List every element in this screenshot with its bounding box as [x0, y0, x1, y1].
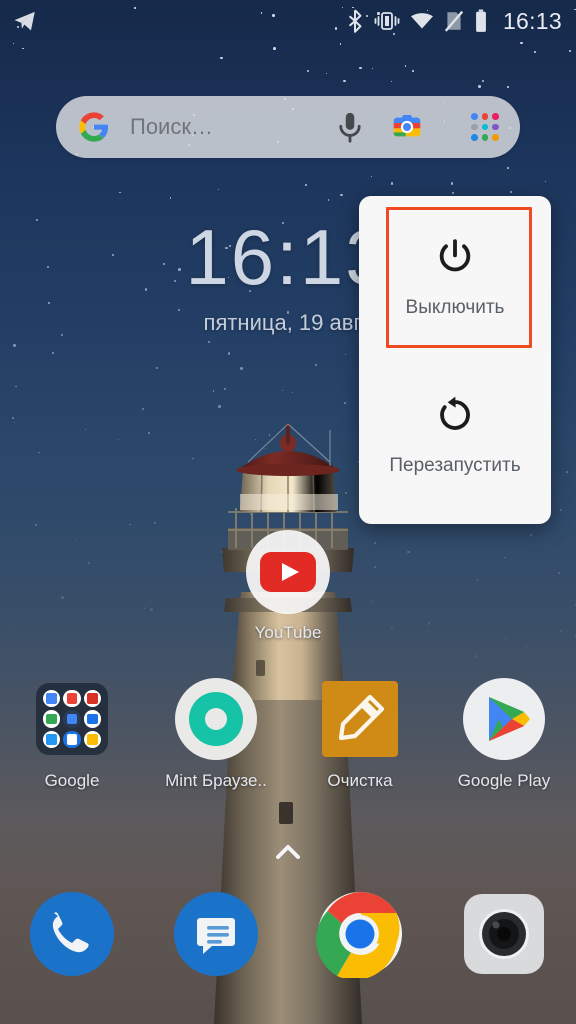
- app-label-google-play: Google Play: [457, 771, 551, 790]
- app-icon-wrap: [29, 676, 115, 762]
- google-lens-camera-icon[interactable]: [391, 111, 423, 143]
- app-grid-dot-9: [492, 134, 499, 141]
- folder-app-google: [43, 690, 61, 708]
- no-sim-icon: [444, 10, 464, 32]
- app-icon-wrap: [461, 676, 547, 762]
- dock: [0, 890, 576, 978]
- search-bar-divider: [445, 110, 446, 144]
- app-icon-google-folder[interactable]: Google: [0, 676, 144, 791]
- google-g-icon: [79, 112, 109, 142]
- dock-item-phone[interactable]: [0, 890, 144, 978]
- app-grid-dot-8: [481, 134, 489, 141]
- app-label-mint-browser: Mint Браузе..: [165, 771, 267, 790]
- dock-item-camera[interactable]: [432, 890, 576, 978]
- folder-app-news: [83, 710, 101, 728]
- google-play-icon[interactable]: [462, 677, 546, 761]
- vibrate-icon: [374, 12, 400, 30]
- folder-app-maps: [43, 710, 61, 728]
- chevron-up-icon[interactable]: [264, 836, 312, 870]
- app-icon-youtube[interactable]: YouTube: [246, 530, 330, 643]
- app-icon-wrap: [173, 676, 259, 762]
- app-grid-dots-icon[interactable]: [468, 110, 502, 144]
- app-label-youtube: YouTube: [254, 623, 322, 642]
- status-bar-clock: 16:13: [502, 7, 562, 34]
- google-search-bar[interactable]: Поиск…: [56, 96, 520, 158]
- status-bar-notifications: [12, 8, 38, 34]
- app-grid-dot-4: [471, 123, 478, 131]
- app-icon-wrap: [317, 676, 403, 762]
- wifi-icon: [410, 13, 433, 29]
- app-grid-dot-2: [481, 113, 489, 120]
- cleaner-brush-icon[interactable]: [321, 680, 399, 758]
- folder-app-clock: [43, 730, 61, 748]
- chrome-icon[interactable]: [316, 890, 404, 978]
- youtube-glyph-icon: [260, 552, 316, 592]
- app-label-cleaner: Очистка: [327, 771, 393, 790]
- power-icon: [439, 238, 471, 271]
- dock-item-chrome[interactable]: [288, 890, 432, 978]
- telegram-icon: [14, 11, 35, 31]
- restart-label: Перезапустить: [389, 455, 521, 476]
- folder-app-contacts: [63, 730, 81, 748]
- app-icon-cleaner[interactable]: Очистка: [288, 676, 432, 791]
- app-grid-dot-3: [492, 113, 499, 120]
- status-bar-system-icons: 16:13: [346, 8, 562, 35]
- app-drawer-handle[interactable]: [264, 836, 312, 870]
- restart-icon: [440, 396, 470, 430]
- app-row: Google Mint Браузе.. Очистка Google Play: [0, 676, 576, 791]
- app-grid-dot-1: [471, 113, 478, 120]
- microphone-icon[interactable]: [333, 110, 367, 144]
- folder-app-youtube: [63, 690, 81, 708]
- app-label-google: Google: [44, 771, 100, 790]
- home-screen-app-grid: Google Mint Браузе.. Очистка Google Play: [0, 676, 576, 791]
- folder-app-gmail: [83, 690, 101, 708]
- app-icon-google-play[interactable]: Google Play: [432, 676, 576, 791]
- youtube-icon[interactable]: [246, 530, 330, 614]
- bluetooth-icon: [348, 9, 362, 33]
- app-grid-dot-5: [481, 123, 489, 131]
- search-input[interactable]: Поиск…: [130, 114, 333, 140]
- app-grid-dot-7: [471, 134, 478, 141]
- google-folder-icon[interactable]: [35, 682, 109, 756]
- power-off-button[interactable]: Выключить: [359, 207, 551, 348]
- messages-icon[interactable]: [172, 890, 260, 978]
- folder-app-assistant: [63, 710, 81, 728]
- folder-app-photos: [83, 730, 101, 748]
- restart-button[interactable]: Перезапустить: [359, 371, 551, 501]
- app-grid-dot-6: [492, 123, 499, 131]
- power-menu-dialog[interactable]: Выключить Перезапустить: [359, 196, 551, 524]
- phone-icon[interactable]: [28, 890, 116, 978]
- dock-item-messages[interactable]: [144, 890, 288, 978]
- camera-icon[interactable]: [460, 890, 548, 978]
- status-bar[interactable]: 16:13: [0, 0, 576, 42]
- battery-icon: [476, 9, 486, 32]
- mint-browser-icon[interactable]: [174, 677, 258, 761]
- app-icon-mint-browser[interactable]: Mint Браузе..: [144, 676, 288, 791]
- power-off-label: Выключить: [405, 296, 505, 318]
